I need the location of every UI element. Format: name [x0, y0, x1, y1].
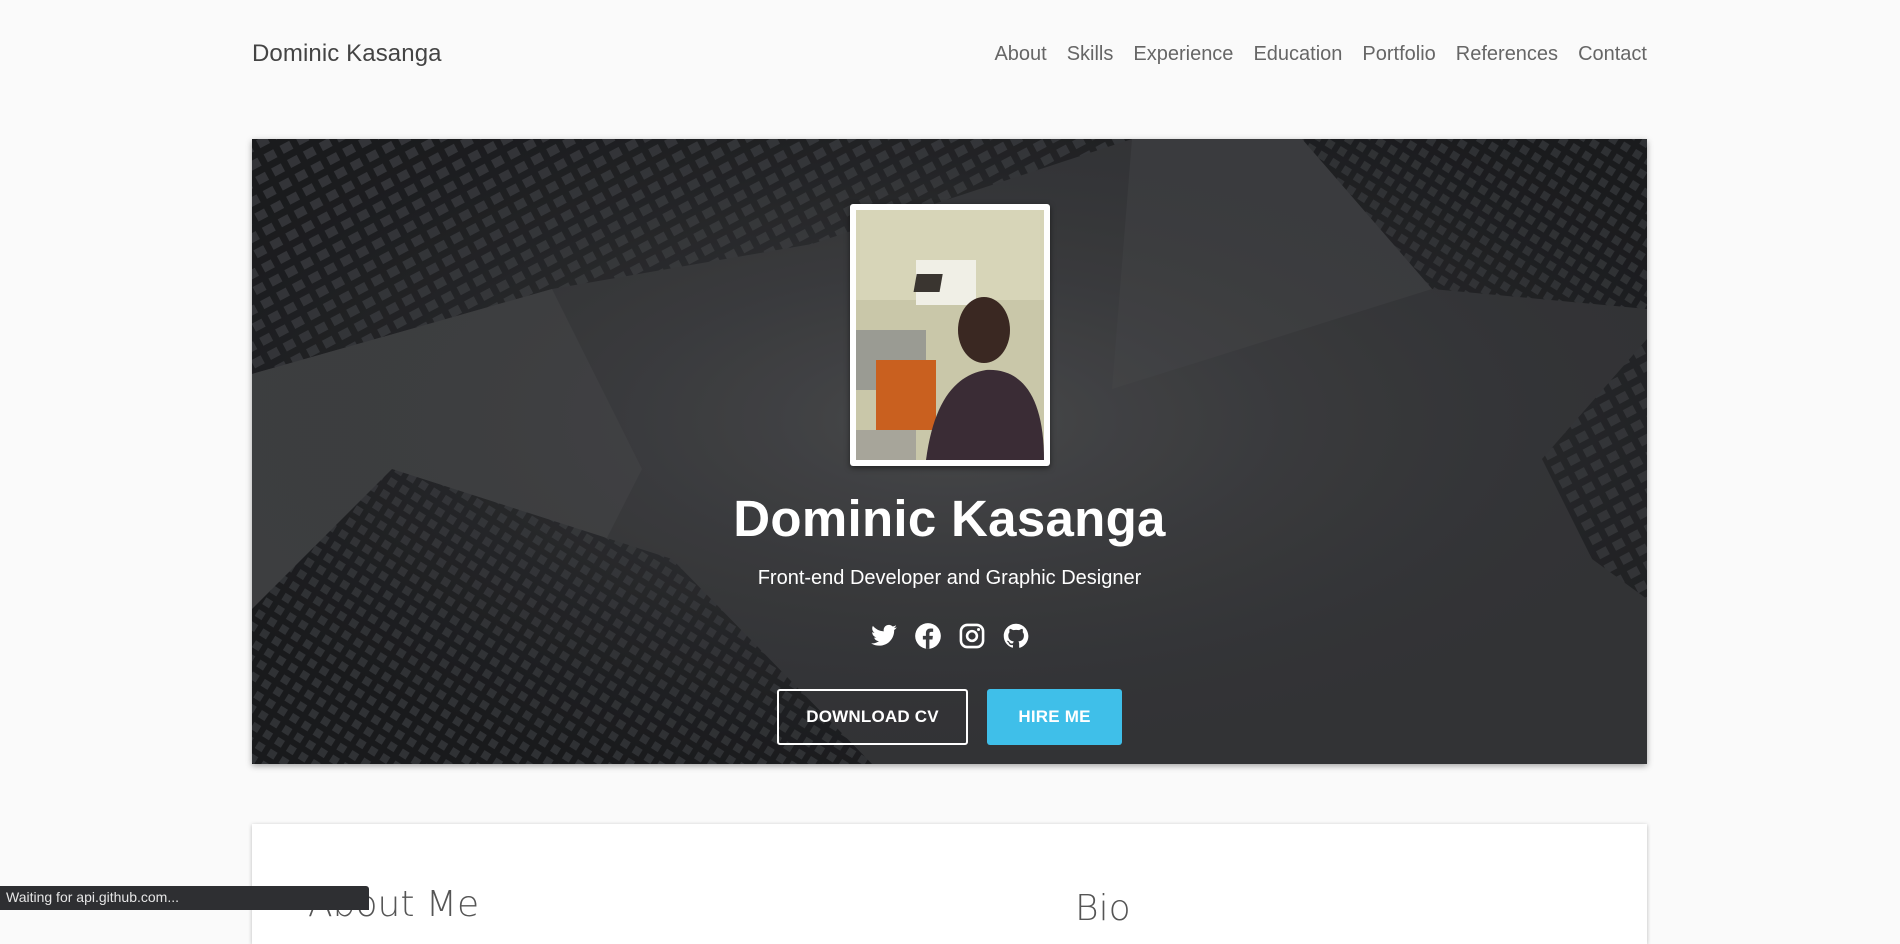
site-brand[interactable]: Dominic Kasanga [252, 40, 442, 68]
navbar: Dominic Kasanga About Skills Experience … [252, 0, 1647, 108]
profile-photo-image [856, 210, 1044, 460]
github-icon[interactable] [1002, 622, 1030, 650]
hero-name: Dominic Kasanga [733, 490, 1166, 547]
facebook-icon[interactable] [914, 622, 942, 650]
download-cv-button[interactable]: DOWNLOAD CV [777, 689, 968, 745]
social-links [252, 622, 1647, 650]
hero-section: Dominic Kasanga Front-end Developer and … [252, 139, 1647, 764]
nav-skills-link[interactable]: Skills [1067, 43, 1114, 66]
twitter-icon[interactable] [870, 622, 898, 650]
browser-status-bar: Waiting for api.github.com... [0, 886, 369, 910]
profile-photo [850, 204, 1050, 466]
nav-about-link[interactable]: About [994, 43, 1046, 66]
bio-heading: Bio [1075, 888, 1131, 929]
hire-me-button[interactable]: HIRE ME [987, 689, 1122, 745]
nav-portfolio-link[interactable]: Portfolio [1362, 43, 1435, 66]
nav-education-link[interactable]: Education [1253, 43, 1342, 66]
nav-contact-link[interactable]: Contact [1578, 43, 1647, 66]
nav-experience-link[interactable]: Experience [1133, 43, 1233, 66]
nav-references-link[interactable]: References [1456, 43, 1558, 66]
hero-tagline: Front-end Developer and Graphic Designer [757, 567, 1142, 589]
main-nav: About Skills Experience Education Portfo… [994, 43, 1647, 66]
instagram-icon[interactable] [958, 622, 986, 650]
about-section: About Me Bio [252, 824, 1647, 944]
